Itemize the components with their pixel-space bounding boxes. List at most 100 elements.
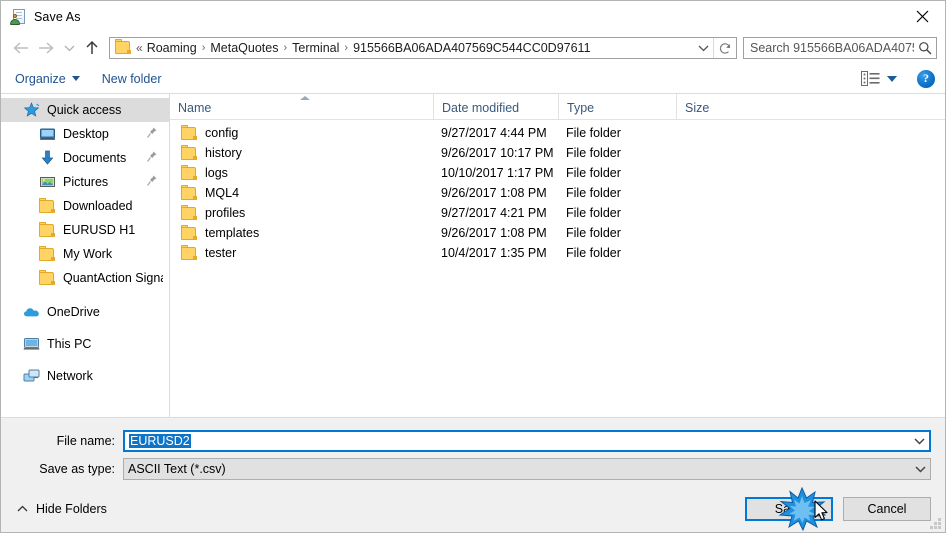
pin-icon[interactable] <box>147 127 157 141</box>
file-name-cell: profiles <box>170 204 433 220</box>
file-date: 9/26/2017 10:17 PM <box>441 146 554 160</box>
table-row[interactable]: MQL4 9/26/2017 1:08 PM File folder <box>170 183 945 203</box>
file-date: 10/4/2017 1:35 PM <box>441 246 547 260</box>
file-name: profiles <box>205 206 246 220</box>
file-type: File folder <box>566 126 621 140</box>
refresh-icon[interactable] <box>713 38 736 58</box>
table-row[interactable]: logs 10/10/2017 1:17 PM File folder <box>170 163 945 183</box>
view-dropdown-icon[interactable] <box>887 75 897 82</box>
file-type: File folder <box>566 226 621 240</box>
sidebar-item-pictures[interactable]: Pictures <box>1 170 169 194</box>
forward-button[interactable] <box>33 35 59 61</box>
sidebar-item-onedrive[interactable]: OneDrive <box>1 300 169 324</box>
file-name: logs <box>205 166 228 180</box>
cloud-icon <box>23 304 40 320</box>
file-name: MQL4 <box>205 186 240 200</box>
breadcrumb-item[interactable]: MetaQuotes <box>210 41 278 55</box>
recent-locations-button[interactable] <box>59 35 79 61</box>
file-list: Name Date modified Type Size config 9/27… <box>170 94 945 417</box>
resize-grip-icon[interactable] <box>930 518 942 530</box>
new-folder-label: New folder <box>101 71 162 86</box>
view-layout-icon[interactable] <box>861 71 881 87</box>
table-row[interactable]: config 9/27/2017 4:44 PM File folder <box>170 123 945 143</box>
back-button[interactable] <box>7 35 33 61</box>
sidebar-item-desktop[interactable]: Desktop <box>1 122 169 146</box>
file-type: File folder <box>566 166 621 180</box>
sidebar-item-documents[interactable]: Documents <box>1 146 169 170</box>
save-as-type-select[interactable]: ASCII Text (*.csv) <box>123 458 931 480</box>
breadcrumb-item[interactable]: Roaming <box>147 41 197 55</box>
new-folder-button[interactable]: New folder <box>102 72 162 86</box>
sidebar-item-network[interactable]: Network <box>1 364 169 388</box>
folder-icon <box>181 224 197 240</box>
chevron-down-icon <box>71 76 80 81</box>
column-label: Size <box>685 101 710 115</box>
file-name-value: EURUSD2 <box>129 434 191 448</box>
address-dropdown-icon[interactable] <box>693 44 713 52</box>
table-row[interactable]: history 9/26/2017 10:17 PM File folder <box>170 143 945 163</box>
documents-download-icon <box>39 150 56 166</box>
address-bar[interactable]: « Roaming › MetaQuotes › Terminal › 9155… <box>109 37 737 59</box>
sidebar-item-quick-access[interactable]: Quick access <box>1 98 169 122</box>
sidebar-item-label: EURUSD H1 <box>63 223 136 237</box>
breadcrumb-separator[interactable]: › <box>339 42 353 54</box>
column-header-size[interactable]: Size <box>676 94 756 119</box>
up-button[interactable] <box>79 35 105 61</box>
column-header-date-modified[interactable]: Date modified <box>433 94 558 119</box>
dialog-body: Quick access Desktop Documents Pictures … <box>1 94 945 418</box>
organize-button[interactable]: Organize <box>15 72 80 86</box>
sidebar-item-label: QuantAction Signal <box>63 271 163 285</box>
chevron-down-icon[interactable] <box>909 437 929 445</box>
file-name-cell: tester <box>170 244 433 260</box>
file-type: File folder <box>566 246 621 260</box>
hide-folders-button[interactable]: Hide Folders <box>11 502 107 516</box>
help-icon[interactable]: ? <box>917 69 935 88</box>
save-as-type-label: Save as type: <box>39 462 115 476</box>
file-name-row: File name: EURUSD2 <box>1 430 945 452</box>
sidebar-item-label: This PC <box>47 337 92 351</box>
sidebar-item-quantaction-signal[interactable]: QuantAction Signal <box>1 266 169 290</box>
window-title: Save As <box>34 9 81 24</box>
network-icon <box>23 368 40 384</box>
sidebar-item-eurusd-h1[interactable]: EURUSD H1 <box>1 218 169 242</box>
breadcrumb-overflow[interactable]: « <box>136 41 147 55</box>
column-header-type[interactable]: Type <box>558 94 676 119</box>
file-name: tester <box>205 246 237 260</box>
file-type: File folder <box>566 186 621 200</box>
breadcrumb-separator[interactable]: › <box>197 42 211 54</box>
table-row[interactable]: templates 9/26/2017 1:08 PM File folder <box>170 223 945 243</box>
pin-icon[interactable] <box>147 175 157 189</box>
file-name-label: File name: <box>56 434 115 448</box>
file-name: config <box>205 126 239 140</box>
file-name-input[interactable]: EURUSD2 <box>123 430 931 452</box>
sidebar-item-downloaded[interactable]: Downloaded <box>1 194 169 218</box>
table-row[interactable]: tester 10/4/2017 1:35 PM File folder <box>170 243 945 263</box>
column-header-name[interactable]: Name <box>170 94 433 119</box>
table-row[interactable]: profiles 9/27/2017 4:21 PM File folder <box>170 203 945 223</box>
sidebar-item-label: Desktop <box>63 127 109 141</box>
sidebar-item-this-pc[interactable]: This PC <box>1 332 169 356</box>
pictures-icon <box>39 174 56 190</box>
close-icon[interactable] <box>899 1 945 31</box>
save-button[interactable]: Save <box>745 497 833 521</box>
breadcrumb-item[interactable]: 915566BA06ADA407569C544CC0D97611 <box>353 41 590 55</box>
search-input[interactable]: Search 915566BA06ADA40756... <box>743 37 937 59</box>
chevron-up-icon <box>17 502 28 516</box>
pin-icon[interactable] <box>147 151 157 165</box>
search-icon[interactable] <box>914 41 936 55</box>
file-name-cell: logs <box>170 164 433 180</box>
breadcrumb-item[interactable]: Terminal <box>292 41 339 55</box>
sidebar-item-my-work[interactable]: My Work <box>1 242 169 266</box>
file-date: 9/27/2017 4:44 PM <box>441 126 547 140</box>
cancel-button[interactable]: Cancel <box>843 497 931 521</box>
command-toolbar: Organize New folder ? <box>1 64 945 94</box>
sidebar-item-label: Downloaded <box>63 199 133 213</box>
file-date: 9/26/2017 1:08 PM <box>441 226 547 240</box>
title-bar: Save As <box>1 1 945 32</box>
save-as-type-value: ASCII Text (*.csv) <box>128 462 226 476</box>
chevron-down-icon[interactable] <box>910 465 930 473</box>
file-name: templates <box>205 226 260 240</box>
breadcrumb-separator[interactable]: › <box>278 42 292 54</box>
sidebar-item-label: Pictures <box>63 175 109 189</box>
file-type: File folder <box>566 146 621 160</box>
